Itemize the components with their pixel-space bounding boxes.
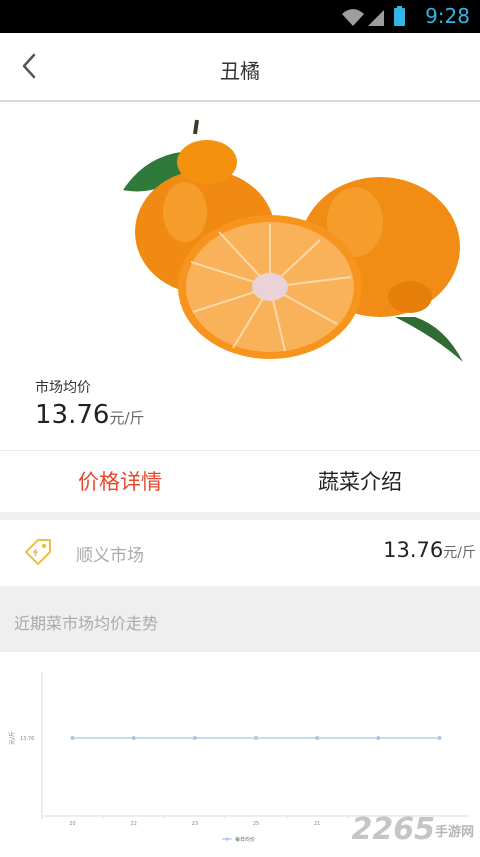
market-price-unit: 元/斤 xyxy=(443,545,476,561)
market-name: 顺义市场 xyxy=(76,546,144,566)
x-tick-label: 21 xyxy=(314,821,320,827)
data-point xyxy=(131,736,136,740)
battery-icon xyxy=(394,6,405,26)
data-point xyxy=(437,736,442,740)
product-hero: 市场均价 13.76元/斤 xyxy=(0,102,480,450)
data-point xyxy=(70,736,75,740)
market-avg-label: 市场均价 xyxy=(35,380,91,396)
top-nav-bar: 丑橘 xyxy=(0,33,480,102)
section-divider xyxy=(0,512,480,520)
page-title: 丑橘 xyxy=(220,59,260,83)
tab-vegetable-intro[interactable]: 蔬菜介绍 xyxy=(240,451,480,513)
price-tag-icon xyxy=(25,539,51,565)
detail-tabs: 价格详情 蔬菜介绍 xyxy=(0,450,480,513)
x-tick-label: 25 xyxy=(253,821,259,827)
watermark-logo: 2265手游网 xyxy=(351,812,474,847)
status-icons xyxy=(342,6,405,26)
market-price-row[interactable]: 顺义市场 13.76元/斤 xyxy=(0,520,480,584)
status-time: 9:28 xyxy=(425,4,470,28)
market-price: 13.76元/斤 xyxy=(383,538,476,562)
y-axis-label: 元/斤 xyxy=(8,731,16,745)
price-unit: 元/斤 xyxy=(109,409,145,427)
price-trend-chart: 元/斤 13.76 20 22 23 25 21 每日均价 2265手游网 xyxy=(0,652,480,853)
trend-title: 近期菜市场均价走势 xyxy=(14,614,159,633)
legend-marker xyxy=(225,837,229,841)
data-point xyxy=(376,736,381,740)
data-point xyxy=(192,736,197,740)
watermark-number: 2265 xyxy=(351,812,435,847)
wifi-icon xyxy=(342,9,364,26)
market-price-number: 13.76 xyxy=(383,538,444,562)
tab-price-details[interactable]: 价格详情 xyxy=(0,451,240,513)
y-tick-label: 13.76 xyxy=(20,736,34,742)
x-tick-label: 23 xyxy=(192,821,198,827)
price-number: 13.76 xyxy=(35,400,110,430)
signal-icon xyxy=(368,10,384,26)
market-avg-price: 13.76元/斤 xyxy=(35,400,145,430)
product-image xyxy=(123,119,463,362)
x-tick-label: 22 xyxy=(131,821,137,827)
data-point xyxy=(315,736,320,740)
x-tick-label: 20 xyxy=(69,821,75,827)
status-bar: 9:28 xyxy=(0,0,480,33)
watermark-sub: 手游网 xyxy=(434,825,474,840)
data-point xyxy=(254,736,258,740)
legend-label: 每日均价 xyxy=(235,836,255,843)
trend-section-header: 近期菜市场均价走势 xyxy=(0,586,480,652)
